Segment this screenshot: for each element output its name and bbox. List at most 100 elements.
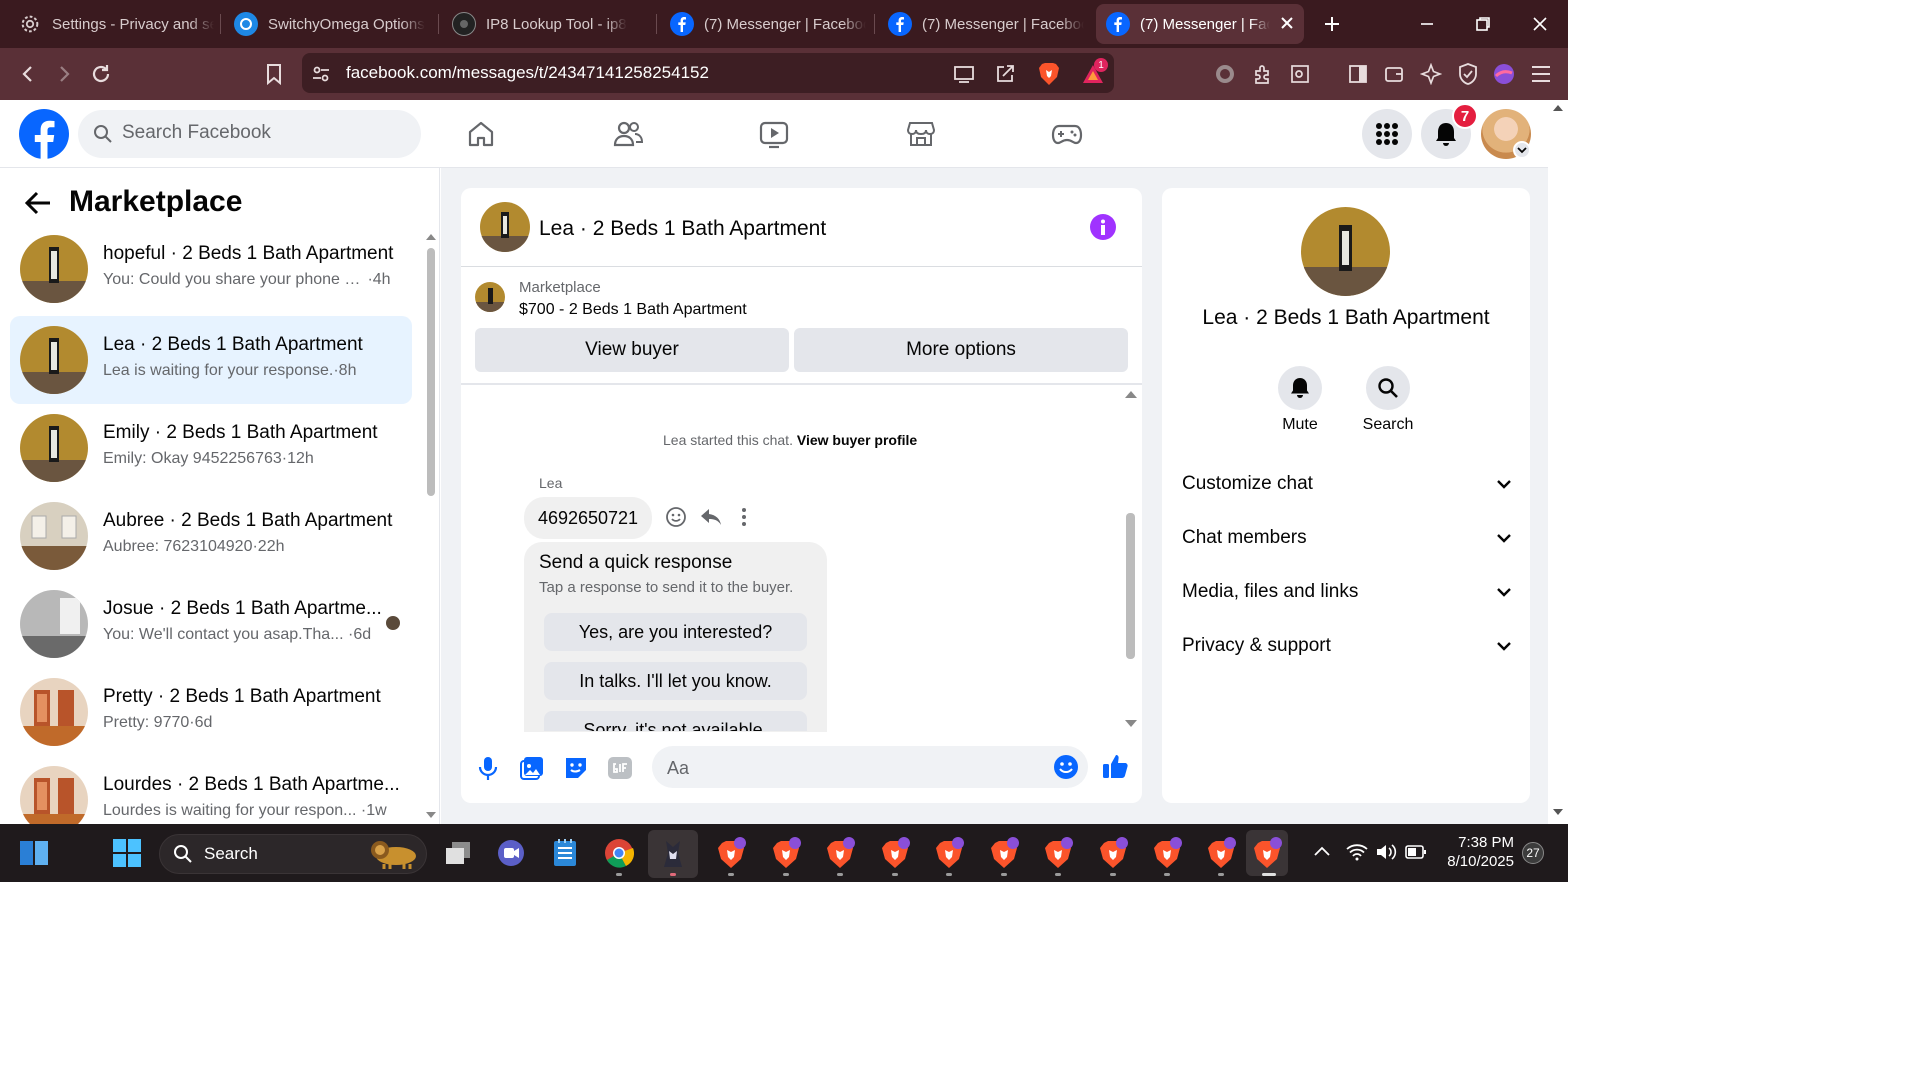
wifi-icon[interactable] bbox=[1346, 843, 1368, 861]
clock-time[interactable]: 7:38 PM bbox=[1440, 834, 1514, 851]
search-in-chat-button[interactable] bbox=[1366, 366, 1410, 410]
brave-window-icon[interactable] bbox=[1148, 834, 1186, 872]
friends-nav-icon[interactable] bbox=[610, 116, 646, 152]
record-icon[interactable] bbox=[1213, 62, 1237, 86]
back-button[interactable] bbox=[16, 62, 40, 86]
profile-avatar[interactable] bbox=[1301, 207, 1390, 296]
leo-ai-icon[interactable] bbox=[1418, 61, 1444, 87]
page-scroll-up-arrow[interactable] bbox=[1551, 102, 1565, 112]
profile-icon[interactable] bbox=[1491, 61, 1517, 87]
vpn-icon[interactable] bbox=[1455, 61, 1481, 87]
menu-grid-button[interactable] bbox=[1362, 109, 1412, 159]
extensions-icon[interactable] bbox=[1250, 61, 1276, 87]
tab-messenger-active[interactable]: (7) Messenger | Face bbox=[1096, 4, 1304, 44]
message-bubble[interactable]: 4692650721 bbox=[524, 497, 652, 539]
clock-date[interactable]: 8/10/2025 bbox=[1430, 853, 1514, 870]
show-hidden-icons-chevron-icon[interactable] bbox=[1313, 844, 1331, 858]
battery-icon[interactable] bbox=[1405, 845, 1427, 859]
facebook-logo[interactable] bbox=[19, 109, 69, 159]
screenshot-icon[interactable] bbox=[1287, 61, 1313, 87]
brave-window-icon[interactable] bbox=[985, 834, 1023, 872]
brave-window-icon[interactable] bbox=[876, 834, 914, 872]
wallet-icon[interactable] bbox=[1381, 61, 1407, 87]
like-thumbs-up-icon[interactable] bbox=[1101, 752, 1129, 780]
conversation-item[interactable]: Aubree · 2 Beds 1 Bath Apartment Aubree: … bbox=[10, 492, 412, 580]
view-buyer-profile-link[interactable]: View buyer profile bbox=[797, 432, 917, 448]
conversation-item[interactable]: Lea · 2 Beds 1 Bath Apartment Lea is wait… bbox=[10, 316, 412, 404]
back-arrow-icon[interactable] bbox=[24, 190, 52, 216]
conversation-item[interactable]: Pretty · 2 Beds 1 Bath Apartment Pretty: … bbox=[10, 668, 412, 756]
info-icon[interactable] bbox=[1090, 214, 1116, 240]
brave-window-icon[interactable] bbox=[712, 834, 750, 872]
sidebar-toggle-icon[interactable] bbox=[1345, 61, 1371, 87]
chrome-icon[interactable] bbox=[600, 834, 638, 872]
gaming-nav-icon[interactable] bbox=[1049, 116, 1085, 152]
brave-rewards-icon[interactable]: 1 bbox=[1078, 58, 1108, 88]
menu-icon[interactable] bbox=[1528, 61, 1554, 87]
react-emoji-icon[interactable] bbox=[665, 506, 687, 528]
marketplace-nav-icon[interactable] bbox=[903, 116, 939, 152]
chevron-down-icon[interactable] bbox=[1513, 141, 1531, 159]
brave-window-icon[interactable] bbox=[930, 834, 968, 872]
meet-app-icon[interactable] bbox=[492, 834, 530, 872]
tab-messenger[interactable]: (7) Messenger | Faceboo bbox=[888, 0, 1084, 48]
weather-badge[interactable]: 27 bbox=[1522, 842, 1544, 864]
tab-switchyomega[interactable]: SwitchyOmega Options bbox=[234, 0, 430, 48]
brave-window-icon[interactable] bbox=[1202, 834, 1240, 872]
chat-header-title[interactable]: Lea · 2 Beds 1 Bath Apartment bbox=[539, 217, 826, 241]
privacy-support-section[interactable]: Privacy & support bbox=[1182, 631, 1512, 661]
quick-response-button[interactable]: Sorry, it's not available. bbox=[544, 711, 807, 731]
close-window-button[interactable] bbox=[1526, 10, 1554, 38]
windows-start-icon[interactable] bbox=[112, 838, 142, 868]
volume-icon[interactable] bbox=[1375, 843, 1397, 861]
game-app-icon[interactable] bbox=[648, 830, 698, 878]
tab-messenger[interactable]: (7) Messenger | Faceboo bbox=[670, 0, 866, 48]
brave-taskbar-active[interactable] bbox=[1246, 830, 1288, 876]
gif-icon[interactable] bbox=[607, 756, 633, 780]
reply-icon[interactable] bbox=[699, 506, 723, 528]
video-nav-icon[interactable] bbox=[756, 116, 792, 152]
tab-settings[interactable]: Settings - Privacy and se bbox=[18, 0, 214, 48]
chat-avatar[interactable] bbox=[480, 202, 530, 252]
widgets-icon[interactable] bbox=[19, 839, 49, 867]
brave-window-icon[interactable] bbox=[767, 834, 805, 872]
bookmark-icon[interactable] bbox=[262, 61, 286, 87]
media-files-links-section[interactable]: Media, files and links bbox=[1182, 577, 1512, 607]
url-text[interactable]: facebook.com/messages/t/2434714125825415… bbox=[346, 63, 709, 83]
cast-icon[interactable] bbox=[952, 62, 976, 86]
sticker-icon[interactable] bbox=[563, 755, 589, 781]
quick-response-button[interactable]: In talks. I'll let you know. bbox=[544, 662, 807, 700]
chat-scrollbar[interactable] bbox=[1124, 389, 1138, 729]
brave-window-icon[interactable] bbox=[1039, 834, 1077, 872]
more-actions-icon[interactable] bbox=[736, 507, 752, 527]
chat-members-section[interactable]: Chat members bbox=[1182, 523, 1512, 553]
view-buyer-button[interactable]: View buyer bbox=[475, 328, 789, 372]
microphone-icon[interactable] bbox=[476, 755, 500, 781]
conversation-item[interactable]: hopeful · 2 Beds 1 Bath Apartment You: Co… bbox=[10, 225, 412, 313]
minimize-button[interactable] bbox=[1413, 10, 1441, 38]
conversation-scrollbar[interactable] bbox=[425, 234, 437, 818]
emoji-icon[interactable] bbox=[1053, 754, 1079, 780]
task-view-icon[interactable] bbox=[439, 834, 477, 872]
tab-ip8[interactable]: IP8 Lookup Tool - ip8 bbox=[452, 0, 648, 48]
brave-window-icon[interactable] bbox=[1094, 834, 1132, 872]
listing-title[interactable]: $700 - 2 Beds 1 Bath Apartment bbox=[519, 301, 747, 319]
conversation-item[interactable]: Emily · 2 Beds 1 Bath Apartment Emily: Ok… bbox=[10, 404, 412, 492]
reload-button[interactable] bbox=[88, 61, 114, 87]
close-tab-icon[interactable] bbox=[1280, 16, 1294, 30]
conversation-item[interactable]: Josue · 2 Beds 1 Bath Apartme... You: We'… bbox=[10, 580, 412, 668]
notepad-icon[interactable] bbox=[546, 834, 584, 872]
share-icon[interactable] bbox=[993, 62, 1017, 86]
more-options-button[interactable]: More options bbox=[794, 328, 1128, 372]
site-settings-icon[interactable] bbox=[310, 63, 332, 85]
page-scroll-down-arrow[interactable] bbox=[1551, 808, 1565, 818]
customize-chat-section[interactable]: Customize chat bbox=[1182, 469, 1512, 499]
message-input[interactable] bbox=[652, 746, 1088, 788]
brave-shields-icon[interactable] bbox=[1036, 60, 1062, 88]
quick-response-button[interactable]: Yes, are you interested? bbox=[544, 613, 807, 651]
new-tab-button[interactable] bbox=[1318, 10, 1346, 38]
photo-icon[interactable] bbox=[519, 755, 545, 781]
restore-button[interactable] bbox=[1469, 10, 1497, 38]
brave-window-icon[interactable] bbox=[821, 834, 859, 872]
forward-button[interactable] bbox=[52, 62, 76, 86]
